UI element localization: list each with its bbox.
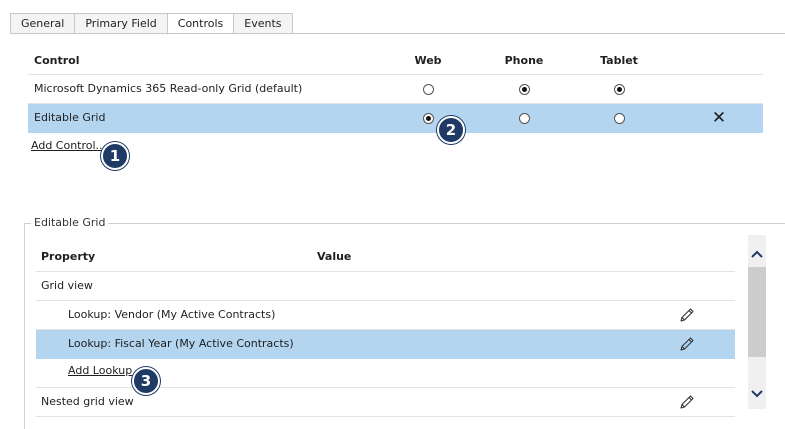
chevron-up-icon[interactable] xyxy=(748,239,766,269)
phone-radio[interactable] xyxy=(518,83,530,95)
editable-grid-group-label: Editable Grid xyxy=(31,216,109,229)
tablet-radio[interactable] xyxy=(613,83,625,95)
tab-divider xyxy=(10,33,785,34)
add-lookup-link[interactable]: Add Lookup xyxy=(68,359,132,383)
column-header-phone: Phone xyxy=(504,54,544,67)
property-table-header: Property Value xyxy=(36,243,735,272)
control-name: Microsoft Dynamics 365 Read-only Grid (d… xyxy=(34,82,303,95)
web-radio[interactable] xyxy=(422,83,434,95)
callout-3: 3 xyxy=(132,367,160,395)
property-name: Nested grid view xyxy=(41,395,134,408)
phone-radio[interactable] xyxy=(518,112,530,124)
controls-table: Control Web Phone Tablet Microsoft Dynam… xyxy=(28,48,763,133)
property-name: Grid view xyxy=(41,279,93,292)
pencil-icon[interactable] xyxy=(676,330,698,358)
column-header-web: Web xyxy=(414,54,442,67)
property-name: Lookup: Vendor (My Active Contracts) xyxy=(68,308,276,321)
property-name: Lookup: Fiscal Year (My Active Contracts… xyxy=(68,337,294,350)
add-control-link[interactable]: Add Control... xyxy=(31,139,106,152)
controls-table-header: Control Web Phone Tablet xyxy=(28,48,763,75)
column-header-value: Value xyxy=(317,250,352,263)
tab-general[interactable]: General xyxy=(10,13,75,34)
control-row-editable-grid[interactable]: Editable Grid ✕ xyxy=(28,104,763,133)
control-row-readonly-grid[interactable]: Microsoft Dynamics 365 Read-only Grid (d… xyxy=(28,75,763,104)
scrollbar-thumb[interactable] xyxy=(748,267,766,357)
callout-1: 1 xyxy=(101,142,129,170)
column-header-tablet: Tablet xyxy=(600,54,638,67)
column-header-property: Property xyxy=(41,250,96,263)
column-header-control: Control xyxy=(34,54,80,67)
property-scrollbar[interactable] xyxy=(748,235,766,409)
pencil-icon[interactable] xyxy=(676,301,698,329)
pencil-icon[interactable] xyxy=(676,388,698,416)
tab-controls[interactable]: Controls xyxy=(166,13,234,35)
close-icon[interactable]: ✕ xyxy=(708,104,730,132)
web-radio[interactable] xyxy=(422,112,434,124)
chevron-down-icon[interactable] xyxy=(748,379,766,409)
property-row-lookup-fiscal-year[interactable]: Lookup: Fiscal Year (My Active Contracts… xyxy=(36,330,735,359)
tab-events[interactable]: Events xyxy=(233,13,293,34)
tab-primary-field[interactable]: Primary Field xyxy=(74,13,167,34)
tablet-radio[interactable] xyxy=(613,112,625,124)
control-name: Editable Grid xyxy=(34,111,106,124)
property-row-grid-view[interactable]: Grid view xyxy=(36,272,735,301)
tab-strip: General Primary Field Controls Events xyxy=(10,13,293,35)
callout-2: 2 xyxy=(437,116,465,144)
property-row-lookup-vendor[interactable]: Lookup: Vendor (My Active Contracts) xyxy=(36,301,735,330)
